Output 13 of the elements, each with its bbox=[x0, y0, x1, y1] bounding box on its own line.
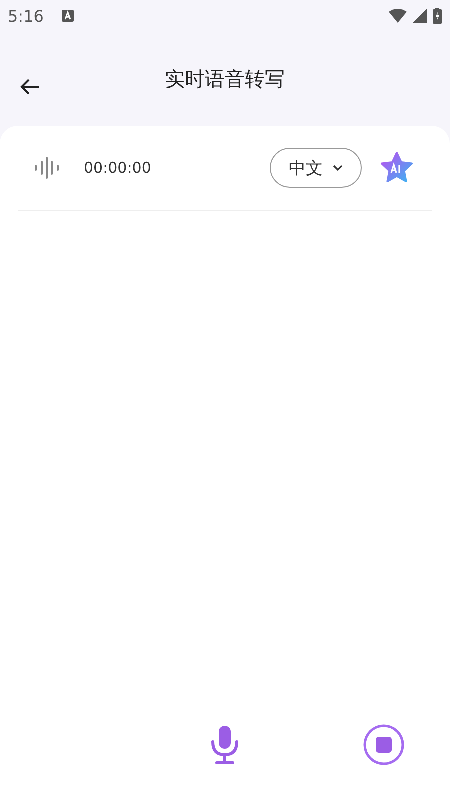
elapsed-time: 00:00:00 bbox=[84, 159, 152, 177]
wifi-icon bbox=[389, 9, 407, 23]
battery-icon bbox=[433, 8, 442, 24]
status-time: 5:16 bbox=[8, 6, 44, 26]
page-title: 实时语音转写 bbox=[165, 66, 285, 92]
chevron-down-icon bbox=[333, 165, 343, 171]
ai-star-icon[interactable] bbox=[380, 151, 414, 185]
notification-icon bbox=[62, 10, 74, 22]
stop-button[interactable] bbox=[363, 724, 405, 766]
microphone-button[interactable] bbox=[210, 725, 240, 765]
language-dropdown[interactable]: 中文 bbox=[270, 148, 362, 188]
waveform-icon bbox=[34, 157, 60, 179]
signal-icon bbox=[413, 9, 427, 23]
